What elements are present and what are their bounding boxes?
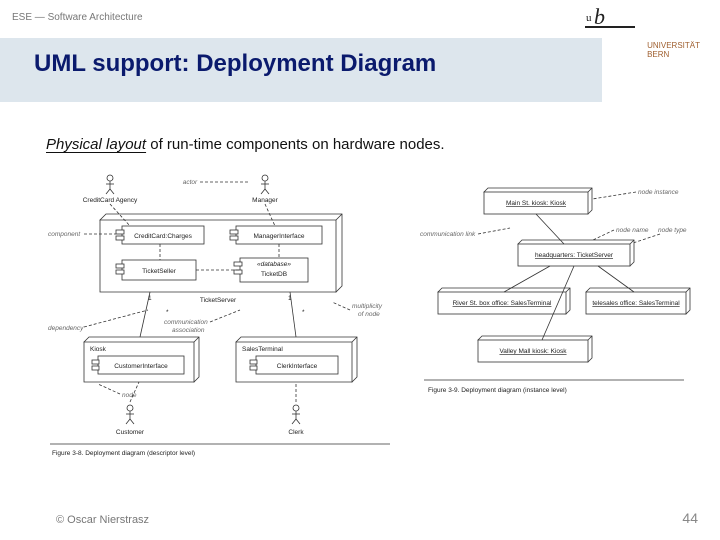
page-title: UML support: Deployment Diagram (34, 50, 436, 78)
svg-text:CreditCard:Charges: CreditCard:Charges (134, 233, 193, 240)
svg-text:Kiosk: Kiosk (90, 346, 107, 353)
deployment-diagram-descriptor: .t{font:6.5px Arial;fill:#222} .ti{font:… (40, 172, 400, 462)
svg-text:*: * (302, 309, 305, 316)
svg-text:*: * (166, 309, 169, 316)
node-kiosk: Kiosk CustomerInterface (84, 337, 199, 382)
node-salesterminal: SalesTerminal ClerkInterface (236, 337, 357, 382)
svg-text:multiplicity: multiplicity (352, 303, 383, 310)
university-name: UNIVERSITÄT BERN (647, 42, 700, 60)
university-line2: BERN (647, 51, 700, 60)
node-main-st-kiosk: Main St. kiosk: Kiosk (484, 188, 592, 214)
svg-text:ManagerInterface: ManagerInterface (254, 233, 305, 240)
node-ticketserver: CreditCard:Charges ManagerInterface Tick… (100, 214, 342, 304)
svg-text:«database»: «database» (257, 261, 291, 268)
svg-text:headquarters: TicketServer: headquarters: TicketServer (535, 252, 614, 259)
component-manager-interface: ManagerInterface (230, 226, 322, 244)
component-ticketseller: TicketSeller (116, 260, 196, 280)
node-ticketserver-label: TicketServer (200, 297, 237, 304)
label-node-instance: node instance (638, 189, 679, 196)
figure-right: .t{font:6.5px Arial;fill:#222} .tl{font:… (414, 172, 694, 462)
svg-text:ClerkInterface: ClerkInterface (277, 363, 318, 370)
logo-bar (585, 26, 635, 28)
label-multiplicity: multiplicity of node (352, 303, 383, 318)
university-logo: u b (594, 4, 636, 40)
actor-manager: Manager (252, 175, 278, 204)
page-number: 44 (682, 510, 698, 526)
figure-left-caption: Figure 3-8. Deployment diagram (descript… (52, 450, 195, 457)
component-customer-interface: CustomerInterface (92, 356, 184, 374)
logo-u: u (586, 12, 592, 24)
label-node-type: node type (658, 227, 687, 234)
svg-text:communication: communication (164, 319, 208, 326)
svg-text:River St. box office: SalesTer: River St. box office: SalesTerminal (453, 300, 552, 307)
deployment-diagram-instance: .t{font:6.5px Arial;fill:#222} .tl{font:… (414, 172, 694, 432)
node-headquarters: headquarters: TicketServer (518, 240, 634, 266)
component-ticketdb: «database» TicketDB (234, 258, 308, 282)
footer-author: © Oscar Nierstrasz (56, 514, 149, 526)
subtitle: Physical layout of run-time components o… (46, 136, 445, 153)
svg-text:Customer: Customer (116, 429, 145, 436)
actor-clerk: Clerk (288, 405, 304, 436)
svg-text:TicketSeller: TicketSeller (142, 268, 177, 275)
label-node-name: node name (616, 227, 649, 234)
node-valley-mall: Valley Mall kiosk: Kiosk (478, 336, 592, 362)
svg-text:Main St. kiosk: Kiosk: Main St. kiosk: Kiosk (506, 200, 567, 207)
svg-text:CustomerInterface: CustomerInterface (114, 363, 168, 370)
label-communication-association: communication association (164, 319, 208, 334)
subtitle-emph: Physical layout (46, 136, 146, 153)
label-actor: actor (183, 179, 198, 186)
svg-text:Valley Mall kiosk: Kiosk: Valley Mall kiosk: Kiosk (499, 348, 567, 355)
component-clerk-interface: ClerkInterface (250, 356, 338, 374)
label-node: node (122, 392, 137, 399)
svg-text:CreditCard Agency: CreditCard Agency (83, 197, 138, 204)
svg-text:association: association (172, 327, 205, 334)
svg-text:of node: of node (358, 311, 380, 318)
svg-text:telesales office: SalesTermina: telesales office: SalesTerminal (592, 300, 680, 307)
svg-text:Manager: Manager (252, 197, 278, 204)
subtitle-rest: of run-time components on hardware nodes… (146, 136, 445, 153)
svg-text:SalesTerminal: SalesTerminal (242, 346, 283, 353)
figure-right-caption: Figure 3-9. Deployment diagram (instance… (428, 387, 567, 394)
label-component: component (48, 231, 81, 238)
svg-text:Clerk: Clerk (288, 429, 304, 436)
label-comm-link: communication link (420, 231, 476, 238)
actor-customer: Customer (116, 405, 145, 436)
component-credit-charges: CreditCard:Charges (116, 226, 204, 244)
label-dependency: dependency (48, 325, 84, 332)
figure-left: .t{font:6.5px Arial;fill:#222} .ti{font:… (40, 172, 400, 462)
actor-credit-agency: CreditCard Agency (83, 175, 138, 204)
svg-text:TicketDB: TicketDB (261, 271, 287, 278)
node-telesales: telesales office: SalesTerminal (586, 288, 690, 314)
